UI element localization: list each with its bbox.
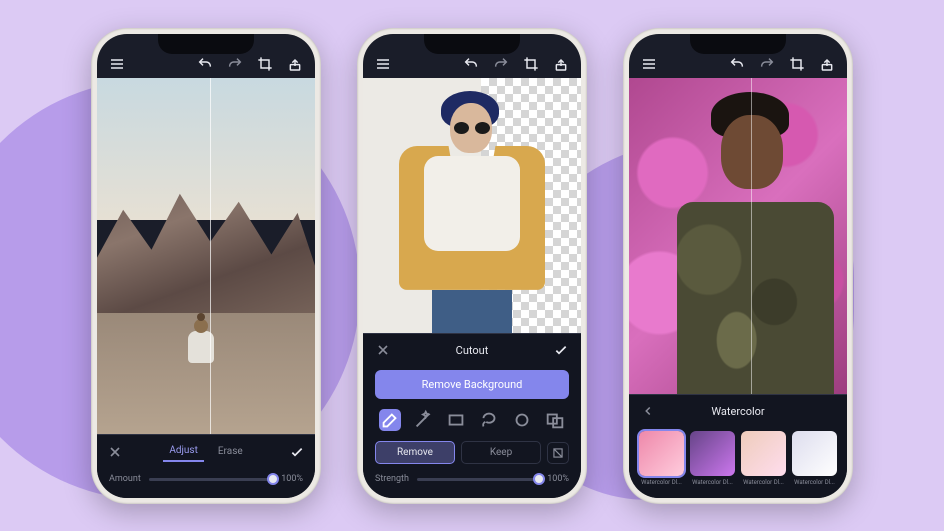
slider-label: Amount xyxy=(109,474,141,484)
thumb-label: Watercolor Dl... xyxy=(741,479,786,486)
slider-value: 100% xyxy=(281,474,303,484)
redo-icon xyxy=(493,56,509,72)
slider-value: 100% xyxy=(547,474,569,484)
undo-icon[interactable] xyxy=(729,56,745,72)
notch xyxy=(690,34,786,54)
menu-icon[interactable] xyxy=(109,56,125,72)
thumb-label: Watercolor Dl... xyxy=(792,479,837,486)
segment-remove[interactable]: Remove xyxy=(375,441,455,464)
redo-icon xyxy=(227,56,243,72)
strength-slider[interactable] xyxy=(417,478,539,481)
menu-icon[interactable] xyxy=(375,56,391,72)
undo-icon[interactable] xyxy=(463,56,479,72)
close-icon[interactable] xyxy=(107,444,123,460)
share-icon[interactable] xyxy=(287,56,303,72)
invert-icon[interactable] xyxy=(547,442,569,464)
watercolor-panel: Watercolor Watercolor Dl... Watercolor D… xyxy=(629,394,847,498)
split-divider[interactable] xyxy=(210,78,211,434)
close-icon[interactable] xyxy=(375,342,391,358)
notch xyxy=(158,34,254,54)
confirm-icon[interactable] xyxy=(553,342,569,358)
share-icon[interactable] xyxy=(553,56,569,72)
canvas-cutout-preview[interactable] xyxy=(363,78,581,333)
wand-tool-icon[interactable] xyxy=(412,409,434,431)
subtract-tool-icon[interactable] xyxy=(544,409,566,431)
menu-icon[interactable] xyxy=(641,56,657,72)
notch xyxy=(424,34,520,54)
confirm-icon[interactable] xyxy=(289,444,305,460)
ellipse-tool-icon[interactable] xyxy=(511,409,533,431)
remove-background-button[interactable]: Remove Background xyxy=(375,370,569,399)
lasso-tool-icon[interactable] xyxy=(478,409,500,431)
back-icon[interactable] xyxy=(641,403,655,419)
cutout-tool-row xyxy=(363,403,581,437)
filter-thumbs: Watercolor Dl... Watercolor Dl... Waterc… xyxy=(629,427,847,498)
share-icon[interactable] xyxy=(819,56,835,72)
split-divider[interactable] xyxy=(751,78,752,394)
adjust-panel: Adjust Erase Amount 100% xyxy=(97,434,315,498)
phones-row: Adjust Erase Amount 100% xyxy=(0,0,944,504)
crop-icon[interactable] xyxy=(789,56,805,72)
tab-erase[interactable]: Erase xyxy=(212,442,249,461)
tab-adjust[interactable]: Adjust xyxy=(163,441,204,462)
phone-3: Watercolor Watercolor Dl... Watercolor D… xyxy=(623,28,853,504)
redo-icon xyxy=(759,56,775,72)
brush-tool-icon[interactable] xyxy=(379,409,401,431)
slider-label: Strength xyxy=(375,474,409,484)
rect-tool-icon[interactable] xyxy=(445,409,467,431)
filter-thumb-3[interactable]: Watercolor Dl... xyxy=(741,431,786,486)
thumb-label: Watercolor Dl... xyxy=(639,479,684,486)
phone-2: Cutout Remove Background Remove Keep xyxy=(357,28,587,504)
phone-1: Adjust Erase Amount 100% xyxy=(91,28,321,504)
crop-icon[interactable] xyxy=(257,56,273,72)
canvas-filter-preview[interactable] xyxy=(629,78,847,394)
thumb-label: Watercolor Dl... xyxy=(690,479,735,486)
canvas-adjust-preview[interactable] xyxy=(97,78,315,434)
amount-slider[interactable] xyxy=(149,478,273,481)
panel-title: Cutout xyxy=(456,344,489,357)
filter-thumb-4[interactable]: Watercolor Dl... xyxy=(792,431,837,486)
cutout-panel: Cutout Remove Background Remove Keep xyxy=(363,333,581,498)
undo-icon[interactable] xyxy=(197,56,213,72)
filter-thumb-1[interactable]: Watercolor Dl... xyxy=(639,431,684,486)
segment-keep[interactable]: Keep xyxy=(461,441,541,464)
crop-icon[interactable] xyxy=(523,56,539,72)
filter-thumb-2[interactable]: Watercolor Dl... xyxy=(690,431,735,486)
panel-title: Watercolor xyxy=(655,405,821,418)
